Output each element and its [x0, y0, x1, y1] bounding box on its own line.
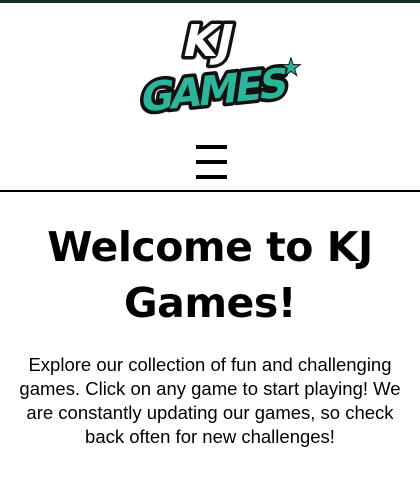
- intro-paragraph: Explore our collection of fun and challe…: [19, 354, 401, 447]
- logo-games-text: GAMES: [138, 59, 289, 116]
- logo-kj-text: KJ: [178, 16, 237, 66]
- logo-graphic: KJ GAMES ★: [135, 13, 301, 116]
- hamburger-menu-icon[interactable]: [194, 142, 228, 180]
- logo-star-icon: ★: [282, 55, 300, 79]
- site-header: KJ GAMES ★: [0, 0, 420, 192]
- menu-bar-top: [196, 145, 227, 149]
- menu-bar-bottom: [196, 175, 227, 179]
- main-content: Welcome to KJ Games! Explore our collect…: [0, 194, 420, 492]
- kj-games-logo[interactable]: KJ GAMES ★: [134, 12, 304, 116]
- menu-bar-middle: [196, 160, 227, 164]
- page-title: Welcome to KJ Games!: [47, 223, 373, 327]
